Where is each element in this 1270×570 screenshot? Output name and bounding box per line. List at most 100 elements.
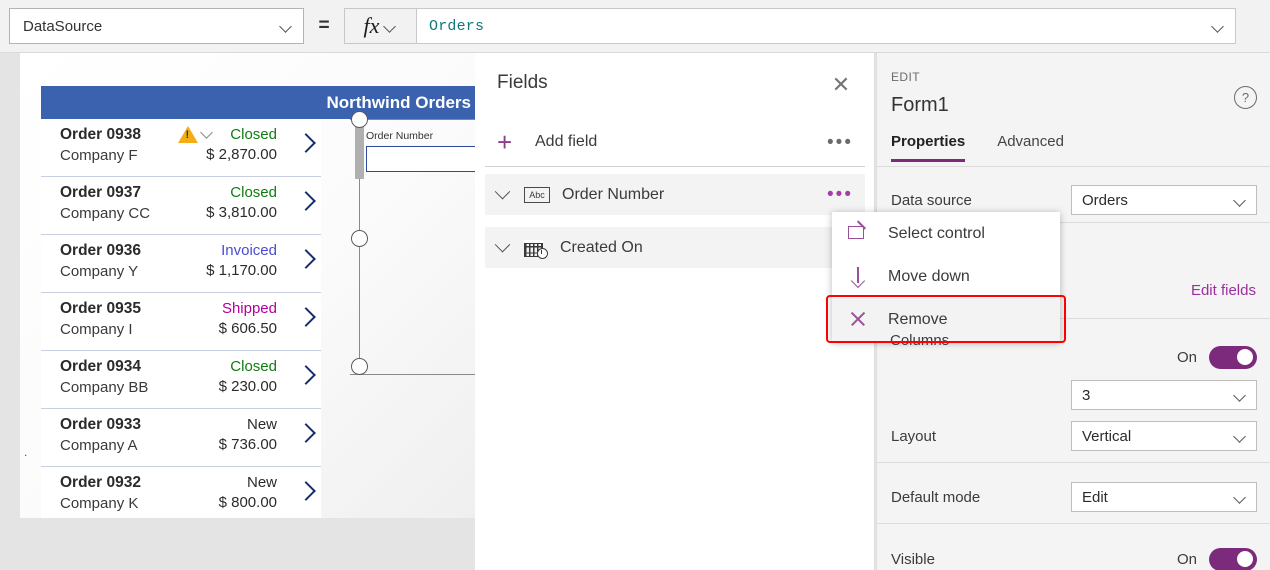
menu-item-move-down[interactable]: Move down	[832, 255, 1060, 298]
tab-properties[interactable]: Properties	[891, 133, 966, 162]
chevron-down-icon[interactable]	[1212, 20, 1225, 33]
data-source-select[interactable]: Orders	[1071, 185, 1257, 215]
field-row-order-number[interactable]: Abc Order Number •••	[485, 174, 865, 215]
form-bottom-border	[350, 374, 475, 375]
warning-indicator[interactable]	[178, 126, 213, 143]
gallery-status: Invoiced	[221, 242, 277, 259]
gallery-order-number: Order 0934	[60, 358, 141, 375]
edit-form-region[interactable]: Order Number	[350, 119, 475, 518]
gallery-right-block: New $ 736.00	[219, 416, 277, 453]
gallery-order-number: Order 0933	[60, 416, 141, 433]
resize-handle-middle[interactable]	[351, 230, 368, 247]
menu-item-label: Move down	[888, 267, 970, 285]
gallery-status: New	[246, 416, 277, 433]
fx-button[interactable]: fx	[344, 8, 416, 44]
menu-item-select-control[interactable]: Select control	[832, 212, 1060, 255]
gallery-amount: $ 800.00	[218, 494, 277, 511]
close-x-icon	[848, 309, 869, 330]
order-number-input[interactable]	[366, 146, 475, 172]
gallery-company: Company I	[60, 321, 133, 338]
fx-icon: fx	[363, 13, 380, 38]
gallery-right-block: Closed $ 3,810.00	[206, 184, 277, 221]
gallery-order-number: Order 0935	[60, 300, 141, 317]
columns-select[interactable]: 3	[1071, 380, 1257, 410]
menu-item-label: Remove	[888, 310, 948, 328]
gallery-item[interactable]: Order 0933 Company A New $ 736.00	[41, 409, 321, 467]
gallery-item[interactable]: Order 0935 Company I Shipped $ 606.50	[41, 293, 321, 351]
columns-value: 3	[1082, 386, 1091, 404]
snap-toggle[interactable]	[1209, 345, 1257, 369]
chevron-down-icon	[1234, 389, 1247, 402]
gallery-item[interactable]: Order 0936 Company Y Invoiced $ 1,170.00	[41, 235, 321, 293]
field-row-created-on[interactable]: Created On	[485, 227, 865, 268]
gallery-company: Company CC	[60, 205, 151, 222]
field-label: Created On	[560, 238, 643, 256]
layout-select[interactable]: Vertical	[1071, 421, 1257, 451]
chevron-down-icon	[384, 20, 397, 33]
fields-panel: Fields ✕ + Add field ••• Abc Order Numbe…	[475, 53, 875, 570]
gallery-item[interactable]: Order 0932 Company K New $ 800.00	[41, 467, 321, 518]
formula-bar: DataSource = fx Orders	[0, 0, 1270, 53]
gallery-status: New	[246, 474, 277, 491]
tabs-underline	[877, 166, 1270, 167]
property-selector[interactable]: DataSource	[9, 8, 304, 44]
chevron-down-icon[interactable]	[494, 236, 511, 253]
field-overflow-icon[interactable]: •••	[827, 185, 853, 204]
fields-divider	[485, 166, 865, 167]
select-control-icon	[848, 220, 869, 244]
snap-toggle-wrap: On	[1176, 345, 1257, 369]
tab-advanced[interactable]: Advanced	[997, 133, 1064, 162]
divider	[877, 523, 1270, 524]
menu-item-label: Select control	[888, 224, 985, 242]
divider	[877, 462, 1270, 463]
snap-toggle-label: On	[1176, 348, 1197, 366]
abc-icon: Abc	[524, 186, 550, 203]
edit-fields-link[interactable]: Edit fields	[1191, 282, 1256, 299]
gallery-item[interactable]: Order 0937 Company CC Closed $ 3,810.00	[41, 177, 321, 235]
resize-handle-bottom[interactable]	[351, 358, 368, 375]
gallery-right-block: Closed $ 2,870.00	[206, 126, 277, 163]
chevron-down-icon	[280, 20, 293, 33]
gallery-right-block: New $ 800.00	[219, 474, 277, 511]
default-mode-select[interactable]: Edit	[1071, 482, 1257, 512]
form-top-border	[350, 119, 475, 120]
gallery-right-block: Invoiced $ 1,170.00	[206, 242, 277, 279]
form-drag-bar[interactable]	[355, 119, 364, 179]
calendar-clock-icon	[524, 238, 548, 259]
gallery-status: Closed	[230, 126, 277, 143]
chevron-down-icon[interactable]	[494, 183, 511, 200]
field-label: Order Number	[562, 185, 665, 203]
gallery-company: Company F	[60, 147, 138, 164]
gallery-amount: $ 230.00	[218, 378, 277, 395]
gallery-company: Company K	[60, 495, 139, 512]
orders-gallery[interactable]: Order 0938Company FClosed$ 2,870.00Order…	[41, 119, 321, 518]
close-icon[interactable]: ✕	[828, 72, 854, 98]
formula-input[interactable]: Orders	[416, 8, 1236, 44]
gallery-order-number: Order 0932	[60, 474, 141, 491]
add-field-overflow-icon[interactable]: •••	[827, 133, 853, 152]
plus-icon: +	[497, 126, 513, 157]
chevron-down-icon	[1234, 491, 1247, 504]
gallery-status: Shipped	[221, 300, 277, 317]
power-apps-studio: DataSource = fx Orders Northwind Orders …	[0, 0, 1270, 570]
gallery-amount: $ 736.00	[218, 436, 277, 453]
field-context-menu: Select control Move down Remove	[832, 212, 1060, 342]
chevron-down-icon	[1234, 430, 1247, 443]
app-header-title: Northwind Orders	[41, 86, 475, 119]
gallery-order-number: Order 0936	[60, 242, 141, 259]
gallery-right-block: Closed $ 230.00	[219, 358, 277, 395]
resize-handle-top[interactable]	[351, 111, 368, 128]
layout-value: Vertical	[1082, 427, 1132, 445]
warning-icon	[178, 126, 198, 143]
gallery-item[interactable]: Order 0938 Company F Closed $ 2,870.00	[41, 119, 321, 177]
gallery-status: Closed	[230, 184, 277, 201]
formula-text: Orders	[429, 17, 485, 35]
row-columns: 3	[877, 380, 1270, 410]
data-source-label: Data source	[891, 191, 972, 209]
add-field-button[interactable]: + Add field •••	[485, 121, 865, 163]
canvas-corner-marker: .	[24, 445, 28, 459]
gallery-item[interactable]: Order 0934 Company BB Closed $ 230.00	[41, 351, 321, 409]
property-selector-value: DataSource	[23, 17, 103, 35]
chevron-down-icon[interactable]	[200, 126, 213, 139]
help-icon[interactable]: ?	[1234, 86, 1257, 109]
